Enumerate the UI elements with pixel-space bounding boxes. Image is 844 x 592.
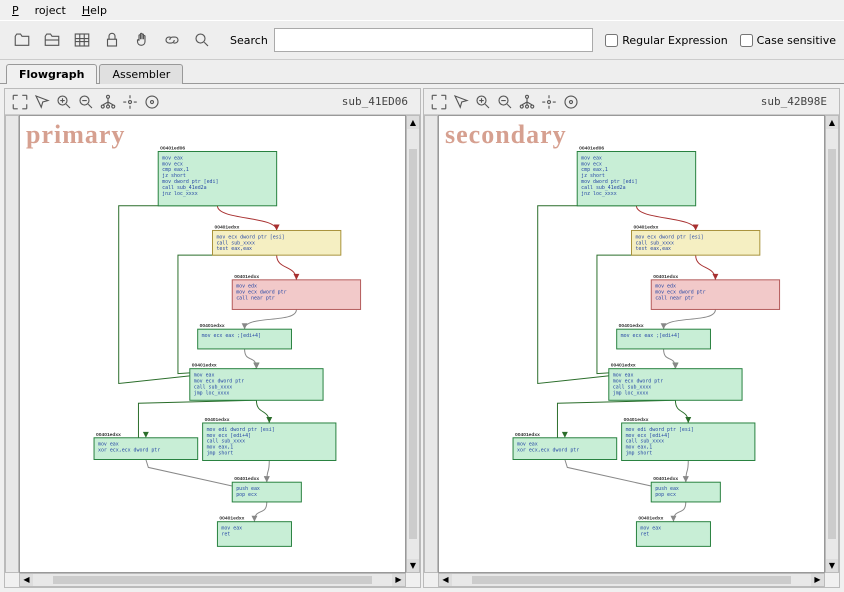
secondary-watermark: secondary (445, 120, 567, 150)
svg-text:00401edxx: 00401edxx (192, 363, 217, 369)
svg-text:call near ptr: call near ptr (655, 296, 694, 302)
options-icon[interactable] (141, 91, 163, 113)
svg-text:00401edxx: 00401edxx (234, 476, 259, 482)
options-icon[interactable] (560, 91, 582, 113)
svg-text:jmp loc_xxxx: jmp loc_xxxx (613, 390, 649, 396)
svg-text:00401edxx: 00401edxx (96, 432, 121, 438)
open-folder-icon[interactable] (8, 26, 36, 54)
search-label: Search (230, 34, 268, 47)
main-toolbar: Search Regular Expression Case sensitive (0, 20, 844, 60)
svg-text:jmp loc_xxxx: jmp loc_xxxx (194, 390, 230, 396)
link-icon[interactable] (158, 26, 186, 54)
graph-node[interactable]: 00401edxxmov eaxmov ecx dword ptrcall su… (609, 363, 742, 401)
select-icon[interactable] (31, 91, 53, 113)
pane-secondary-title: sub_42B98E (761, 95, 835, 108)
svg-text:test eax,eax: test eax,eax (216, 246, 252, 252)
graph-node[interactable]: 00401edxxmov eaxmov ecx dword ptrcall su… (190, 363, 323, 401)
hand-icon[interactable] (128, 26, 156, 54)
svg-text:00401edxx: 00401edxx (214, 225, 239, 231)
primary-hscroll[interactable]: ◀▶ (19, 573, 406, 587)
svg-text:00401edxx: 00401edxx (219, 516, 244, 522)
svg-text:00401ed06: 00401ed06 (160, 146, 185, 152)
center-icon[interactable] (538, 91, 560, 113)
primary-graph[interactable]: 00401ed06mov eaxmov ecxcmp eax,1jz short… (20, 116, 405, 572)
graph-layout-icon[interactable] (516, 91, 538, 113)
primary-canvas[interactable]: primary 00401ed06mov eaxmov ecxcmp eax,1… (19, 115, 406, 573)
search-input[interactable] (274, 28, 593, 52)
svg-text:jnz loc_xxxx: jnz loc_xxxx (581, 191, 617, 197)
svg-text:xor ecx,ecx dword ptr: xor ecx,ecx dword ptr (98, 448, 160, 454)
casesensitive-checkbox[interactable]: Case sensitive (740, 34, 836, 47)
zoom-out-icon[interactable] (75, 91, 97, 113)
svg-text:00401edxx: 00401edxx (619, 323, 644, 329)
graph-node[interactable]: 00401edxxmov edi dword ptr [esi]mov ecx … (622, 417, 755, 460)
svg-text:jmp short: jmp short (207, 451, 234, 457)
svg-text:00401edxx: 00401edxx (638, 516, 663, 522)
svg-text:jmp short: jmp short (626, 451, 653, 457)
svg-text:00401edxx: 00401edxx (205, 417, 230, 423)
menu-project[interactable]: Project (4, 2, 74, 19)
fit-icon[interactable] (9, 91, 31, 113)
graph-node[interactable]: 00401ed06mov eaxmov ecxcmp eax,1jz short… (577, 146, 695, 206)
svg-text:test eax,eax: test eax,eax (635, 246, 671, 252)
pane-primary-title: sub_41ED06 (342, 95, 416, 108)
graph-node[interactable]: 00401ed06mov eaxmov ecxcmp eax,1jz short… (158, 146, 276, 206)
menubar: Project Help (0, 0, 844, 20)
zoom-in-icon[interactable] (53, 91, 75, 113)
left-gutter[interactable] (5, 115, 19, 573)
pane-secondary-body: secondary 00401ed06mov eaxmov ecxcmp eax… (424, 115, 839, 587)
fit-icon[interactable] (428, 91, 450, 113)
svg-text:mov ecx eax ;[edi+4]: mov ecx eax ;[edi+4] (202, 333, 261, 339)
zoom-in-icon[interactable] (472, 91, 494, 113)
svg-text:00401edxx: 00401edxx (611, 363, 636, 369)
tab-assembler[interactable]: Assembler (99, 64, 183, 84)
svg-text:jnz loc_xxxx: jnz loc_xxxx (162, 191, 198, 197)
svg-text:00401edxx: 00401edxx (624, 417, 649, 423)
svg-text:00401edxx: 00401edxx (653, 476, 678, 482)
pane-primary: sub_41ED06 primary 00401ed06mov eaxmov e… (4, 88, 421, 588)
svg-text:ret: ret (221, 532, 230, 538)
center-icon[interactable] (119, 91, 141, 113)
secondary-hscroll[interactable]: ◀▶ (438, 573, 825, 587)
svg-text:pop ecx: pop ecx (655, 492, 676, 498)
svg-text:00401edxx: 00401edxx (200, 323, 225, 329)
svg-text:call near ptr: call near ptr (236, 296, 275, 302)
zoom-out-icon[interactable] (494, 91, 516, 113)
lock-icon[interactable] (98, 26, 126, 54)
regex-checkbox[interactable]: Regular Expression (605, 34, 727, 47)
svg-text:pop ecx: pop ecx (236, 492, 257, 498)
secondary-canvas[interactable]: secondary 00401ed06mov eaxmov ecxcmp eax… (438, 115, 825, 573)
secondary-vscroll[interactable]: ▲▼ (825, 115, 839, 573)
svg-text:ret: ret (640, 532, 649, 538)
pane-primary-toolbar: sub_41ED06 (5, 89, 420, 115)
primary-watermark: primary (26, 120, 125, 150)
svg-text:mov ecx eax ;[edi+4]: mov ecx eax ;[edi+4] (621, 333, 680, 339)
graph-node[interactable]: 00401edxxmov edi dword ptr [esi]mov ecx … (203, 417, 336, 460)
split-view: sub_41ED06 primary 00401ed06mov eaxmov e… (0, 84, 844, 592)
svg-text:xor ecx,ecx dword ptr: xor ecx,ecx dword ptr (517, 448, 579, 454)
table-icon[interactable] (68, 26, 96, 54)
svg-text:00401edxx: 00401edxx (653, 274, 678, 280)
tab-flowgraph[interactable]: Flowgraph (6, 64, 97, 84)
pane-primary-body: primary 00401ed06mov eaxmov ecxcmp eax,1… (5, 115, 420, 587)
select-icon[interactable] (450, 91, 472, 113)
svg-text:00401edxx: 00401edxx (633, 225, 658, 231)
secondary-graph[interactable]: 00401ed06mov eaxmov ecxcmp eax,1jz short… (439, 116, 824, 572)
svg-text:00401ed06: 00401ed06 (579, 146, 604, 152)
menu-help[interactable]: Help (74, 2, 115, 19)
right-gutter[interactable] (424, 115, 438, 573)
zoom-search-icon[interactable] (188, 26, 216, 54)
graph-layout-icon[interactable] (97, 91, 119, 113)
pane-secondary: sub_42B98E secondary 00401ed06mov eaxmov… (423, 88, 840, 588)
open-folder2-icon[interactable] (38, 26, 66, 54)
svg-text:00401edxx: 00401edxx (234, 274, 259, 280)
svg-text:00401edxx: 00401edxx (515, 432, 540, 438)
primary-vscroll[interactable]: ▲▼ (406, 115, 420, 573)
pane-secondary-toolbar: sub_42B98E (424, 89, 839, 115)
tab-row: Flowgraph Assembler (0, 60, 844, 84)
